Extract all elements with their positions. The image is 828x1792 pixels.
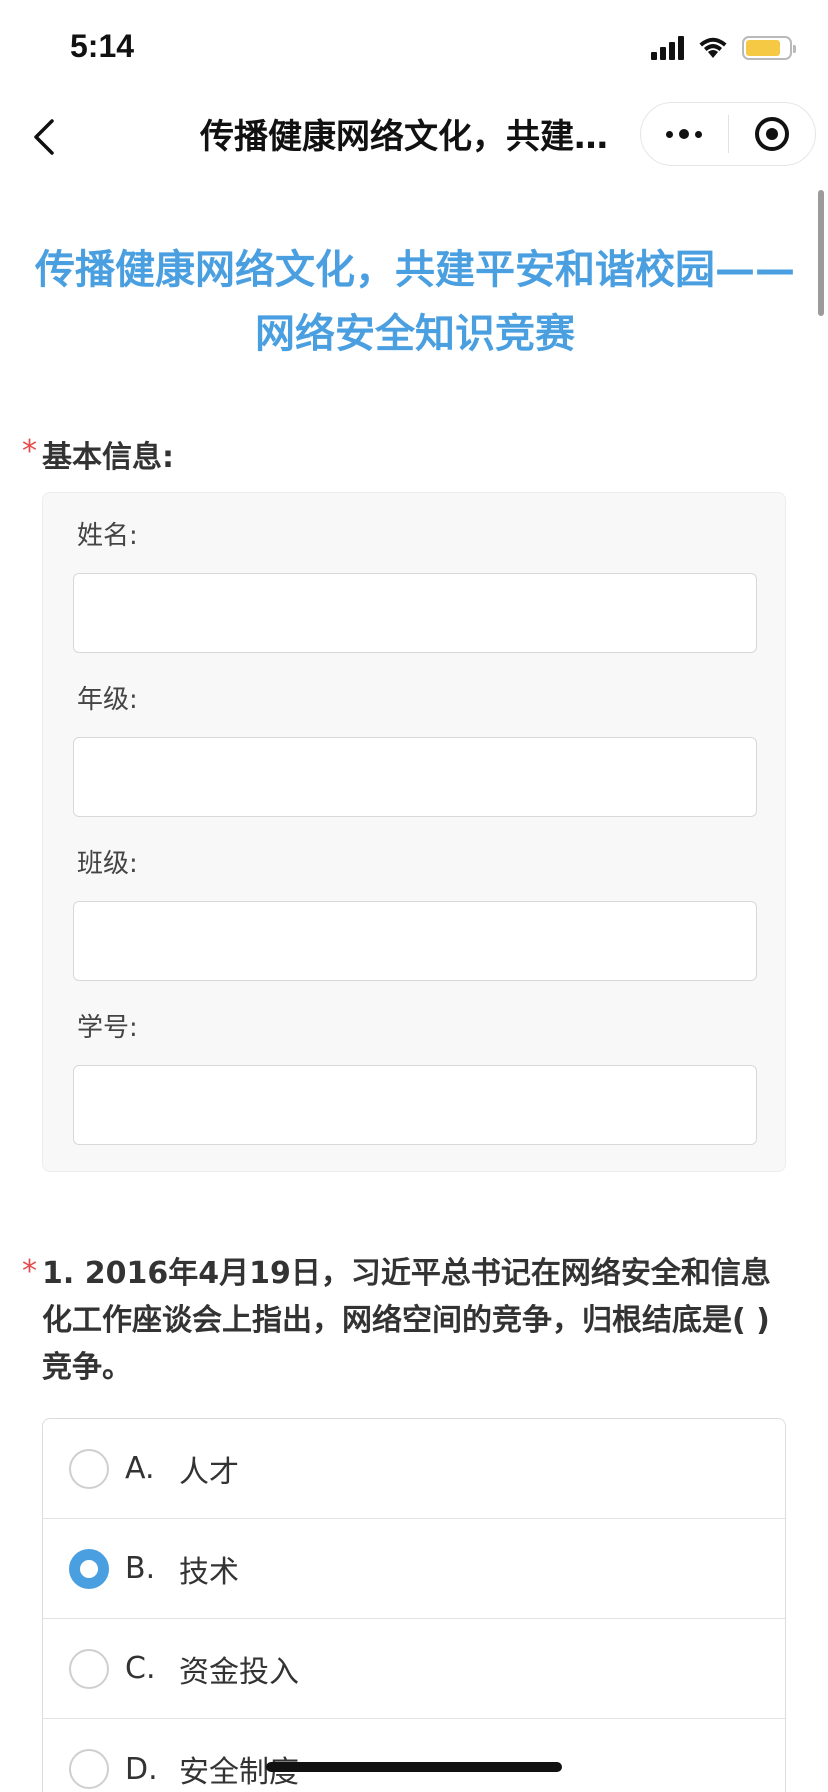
basic-info-box: 姓名: 年级: 班级: 学号: bbox=[42, 492, 786, 1172]
back-chevron-icon bbox=[34, 119, 54, 155]
nav-bar: 传播健康网络文化，共建… bbox=[0, 96, 828, 178]
required-mark: * bbox=[22, 1254, 37, 1289]
option-letter: C. bbox=[125, 1651, 156, 1686]
status-time: 5:14 bbox=[70, 28, 135, 64]
status-bar: 5:14 bbox=[0, 0, 828, 96]
name-field[interactable] bbox=[73, 573, 757, 653]
mini-program-capsule bbox=[640, 102, 816, 166]
more-dots-icon bbox=[666, 129, 703, 139]
record-target-icon bbox=[754, 117, 789, 151]
class-label: 班级: bbox=[77, 849, 138, 879]
radio-button-checked[interactable] bbox=[69, 1548, 109, 1589]
home-indicator bbox=[266, 1762, 562, 1772]
option-text: 人才 bbox=[179, 1454, 239, 1490]
radio-button[interactable] bbox=[69, 1749, 109, 1789]
nav-title: 传播健康网络文化，共建… bbox=[200, 117, 608, 157]
grade-field[interactable] bbox=[73, 737, 757, 817]
student-id-field[interactable] bbox=[73, 1065, 757, 1145]
more-button[interactable] bbox=[641, 103, 728, 165]
option-text: 资金投入 bbox=[179, 1654, 299, 1690]
option-b[interactable]: B. 技术 bbox=[43, 1519, 785, 1619]
status-icons bbox=[651, 36, 796, 60]
cellular-signal-icon bbox=[651, 36, 684, 60]
name-label: 姓名: bbox=[77, 521, 138, 551]
option-a[interactable]: A. 人才 bbox=[43, 1419, 785, 1519]
option-letter: D. bbox=[125, 1751, 158, 1787]
radio-button[interactable] bbox=[69, 1648, 109, 1689]
option-c[interactable]: C. 资金投入 bbox=[43, 1619, 785, 1719]
student-id-label: 学号: bbox=[77, 1013, 138, 1043]
question-1-text: 1. 2016年4月19日，习近平总书记在网络安全和信息化工作座谈会上指出，网络… bbox=[42, 1256, 771, 1385]
basic-info-label: 基本信息: bbox=[42, 440, 174, 475]
back-button[interactable] bbox=[24, 112, 64, 162]
question-1-options: A. 人才 B. 技术 C. 资金投入 D. 安全制度 bbox=[42, 1418, 786, 1792]
option-letter: B. bbox=[125, 1551, 156, 1586]
form-title: 传播健康网络文化，共建平安和谐校园——网络安全知识竞赛 bbox=[35, 247, 795, 357]
radio-button[interactable] bbox=[69, 1448, 109, 1489]
class-field[interactable] bbox=[73, 901, 757, 981]
grade-label: 年级: bbox=[77, 685, 138, 715]
scrollbar[interactable] bbox=[818, 190, 824, 316]
option-letter: A. bbox=[125, 1451, 155, 1486]
battery-icon bbox=[742, 36, 796, 60]
option-d[interactable]: D. 安全制度 bbox=[43, 1719, 785, 1792]
close-mini-program-button[interactable] bbox=[729, 103, 816, 165]
wifi-icon bbox=[698, 36, 728, 60]
option-text: 技术 bbox=[179, 1554, 239, 1590]
required-mark: * bbox=[22, 434, 37, 469]
